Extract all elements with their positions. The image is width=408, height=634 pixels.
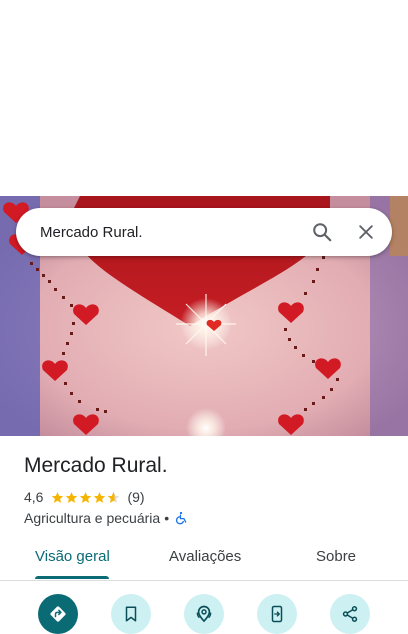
- tab-bar: Visão geral Avaliações Sobre: [0, 536, 408, 581]
- nearby-icon: [196, 605, 212, 623]
- rating-value: 4,6: [24, 489, 44, 505]
- action-buttons-row: [0, 594, 408, 634]
- search-icon: [313, 223, 332, 242]
- send-to-phone-button[interactable]: [257, 594, 297, 634]
- share-icon: [342, 606, 358, 622]
- search-bar[interactable]: Mercado Rural.: [16, 208, 392, 256]
- star-full-icon: [52, 491, 64, 503]
- top-blank-area: [0, 0, 408, 196]
- star-full-icon: [94, 491, 106, 503]
- active-tab-indicator: [35, 576, 109, 579]
- save-button[interactable]: [111, 594, 151, 634]
- bookmark-icon: [125, 606, 137, 622]
- close-icon: [359, 225, 373, 239]
- star-full-icon: [66, 491, 78, 503]
- wheelchair-accessible-icon[interactable]: [174, 511, 188, 525]
- review-count[interactable]: (9): [127, 489, 144, 505]
- clear-search-button[interactable]: [346, 212, 386, 252]
- directions-icon: [50, 606, 66, 622]
- search-button[interactable]: [302, 212, 342, 252]
- place-category: Agricultura e pecuária: [24, 510, 161, 526]
- star-full-icon: [80, 491, 92, 503]
- separator-dot: •: [164, 510, 170, 526]
- star-half-icon: [108, 491, 120, 503]
- nearby-button[interactable]: [184, 594, 224, 634]
- search-query-text[interactable]: Mercado Rural.: [16, 224, 302, 241]
- tab-overview[interactable]: Visão geral: [35, 536, 110, 580]
- tab-reviews[interactable]: Avaliações: [169, 536, 241, 580]
- tab-about[interactable]: Sobre: [316, 536, 356, 580]
- rating-row[interactable]: 4,6 (9): [24, 488, 145, 506]
- place-title: Mercado Rural.: [24, 454, 168, 477]
- directions-button[interactable]: [38, 594, 78, 634]
- share-button[interactable]: [330, 594, 370, 634]
- send-to-phone-icon: [271, 605, 283, 623]
- rating-stars: [51, 491, 121, 504]
- category-row: Agricultura e pecuária •: [24, 509, 188, 527]
